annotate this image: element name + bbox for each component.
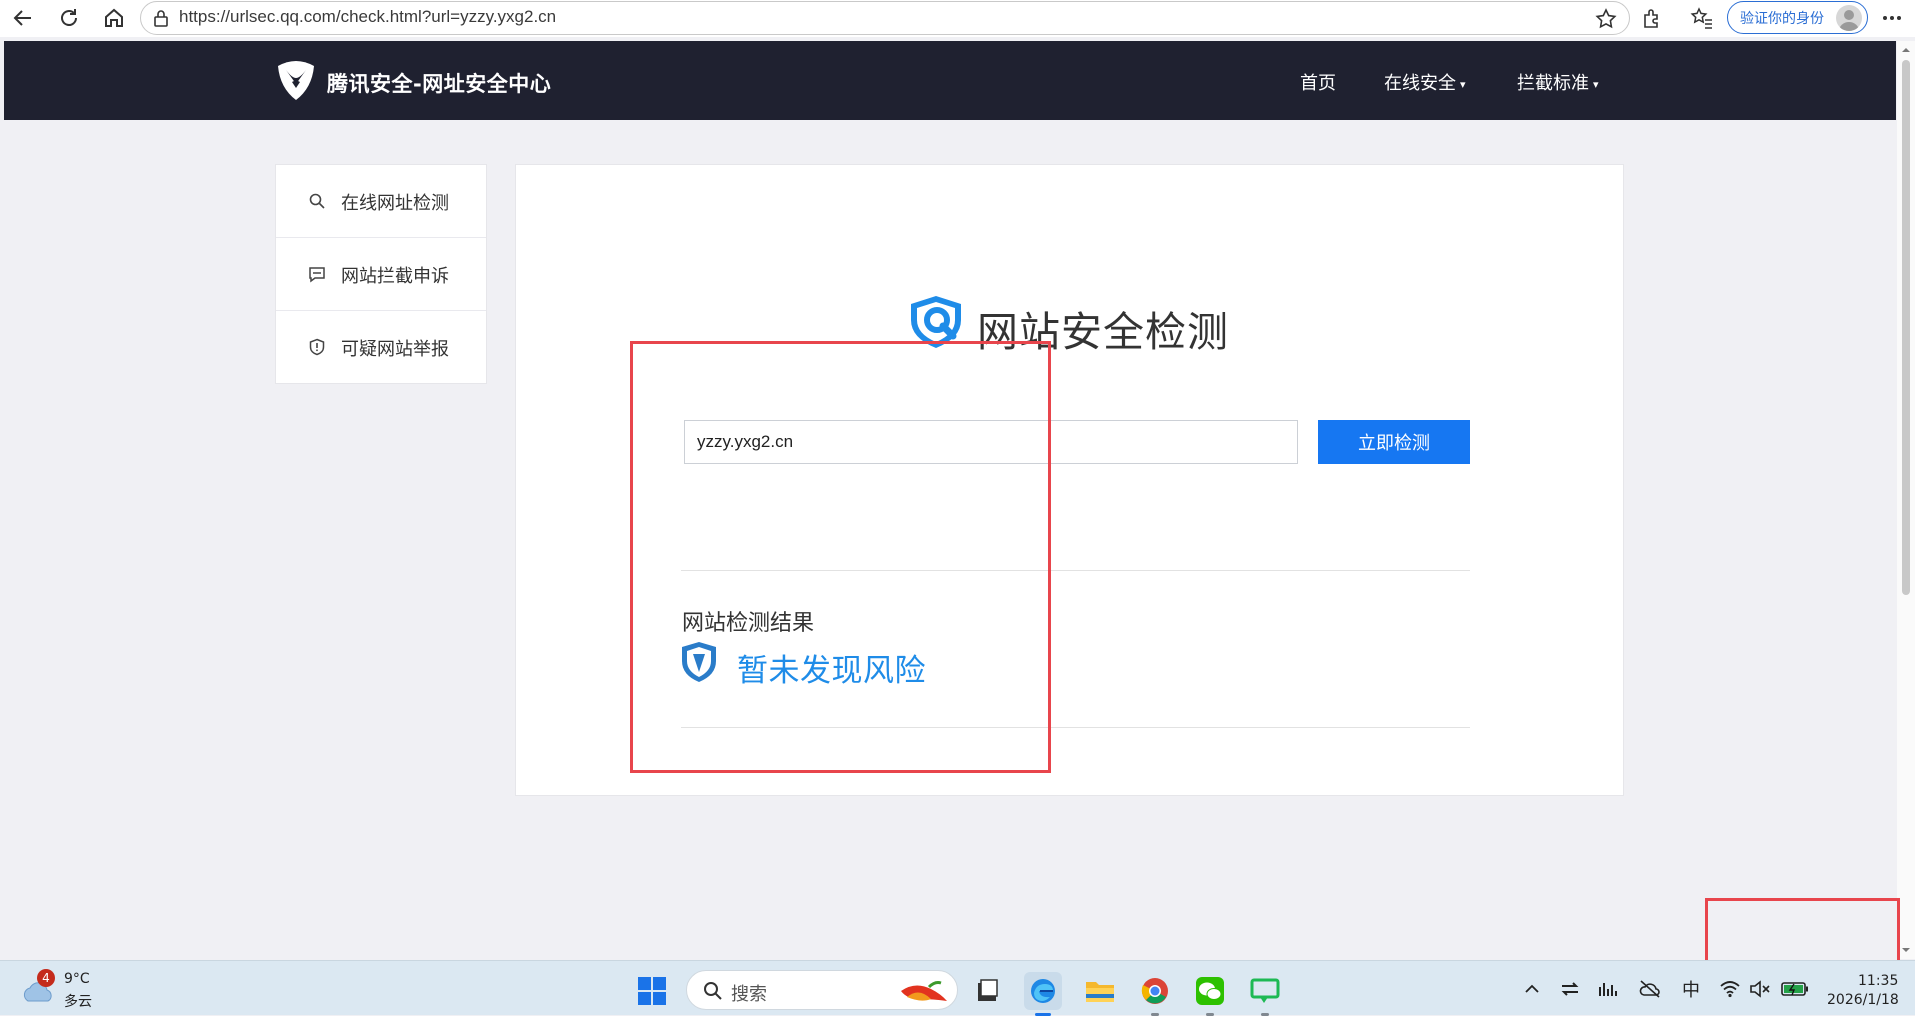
- tencent-security-logo-icon[interactable]: [274, 58, 318, 102]
- weather-temp[interactable]: 9°C: [64, 971, 90, 987]
- clock-time[interactable]: 11:35: [1858, 973, 1898, 989]
- nav-block-standards[interactable]: 拦截标准 ▾: [1517, 69, 1599, 95]
- nav-online-security-label: 在线安全: [1384, 73, 1456, 94]
- nav-home-label: 首页: [1300, 73, 1336, 94]
- file-viewer-icon[interactable]: [968, 972, 1006, 1010]
- ime-indicator[interactable]: 中: [1679, 977, 1703, 1001]
- chrome-icon[interactable]: [1136, 972, 1174, 1016]
- address-bar[interactable]: https://urlsec.qq.com/check.html?url=yzz…: [140, 1, 1630, 35]
- show-hidden-icons-chevron-icon[interactable]: [1520, 977, 1544, 1001]
- clock-date[interactable]: 2026/1/18: [1827, 992, 1899, 1008]
- chili-pepper-icon: [901, 981, 947, 1001]
- sidebar-item-url-check[interactable]: 在线网址检测: [276, 165, 486, 238]
- search-icon: [704, 982, 722, 1000]
- check-now-button[interactable]: 立即检测: [1318, 420, 1470, 464]
- wechat-icon[interactable]: [1191, 972, 1229, 1016]
- weather-desc[interactable]: 多云: [64, 991, 92, 1011]
- scroll-up-icon[interactable]: [1897, 43, 1915, 57]
- volume-muted-icon[interactable]: [1748, 977, 1772, 1001]
- sidebar-item-label: 可疑网站举报: [341, 339, 449, 360]
- sidebar-item-label: 在线网址检测: [341, 193, 449, 214]
- url-text: https://urlsec.qq.com/check.html?url=yzz…: [179, 7, 557, 26]
- nav-block-standards-label: 拦截标准: [1517, 73, 1589, 94]
- cloud-off-icon[interactable]: [1638, 977, 1662, 1001]
- shield-icon: [309, 338, 325, 356]
- sidebar-item-label: 网站拦截申诉: [341, 266, 449, 287]
- windows-start-icon[interactable]: [637, 976, 667, 1006]
- sidebar-item-appeal[interactable]: 网站拦截申诉: [276, 238, 486, 311]
- profile-button[interactable]: 验证你的身份: [1727, 1, 1868, 34]
- side-menu: 在线网址检测 网站拦截申诉 可疑网站举报: [275, 164, 487, 384]
- sidebar-item-report[interactable]: 可疑网站举报: [276, 311, 486, 384]
- sync-icon[interactable]: [1558, 977, 1582, 1001]
- chevron-down-icon: ▾: [1593, 77, 1599, 91]
- scrollbar-thumb[interactable]: [1902, 60, 1910, 595]
- back-icon[interactable]: [6, 3, 40, 33]
- favorite-star-icon[interactable]: [1595, 8, 1617, 34]
- taskbar-search-label: 搜索: [731, 984, 767, 1005]
- extensions-icon[interactable]: [1636, 3, 1668, 33]
- annotation-box-result: [630, 341, 1051, 773]
- performance-monitor-icon[interactable]: [1596, 977, 1620, 1001]
- chevron-down-icon: ▾: [1460, 77, 1466, 91]
- browser-toolbar: https://urlsec.qq.com/check.html?url=yzz…: [0, 0, 1915, 37]
- avatar: [1836, 5, 1862, 31]
- taskbar: 4 9°C 多云 搜索 中 11:35 2026/1/18: [0, 960, 1915, 1016]
- edge-icon[interactable]: [1024, 972, 1062, 1016]
- file-explorer-icon[interactable]: [1081, 972, 1119, 1010]
- lock-icon: [152, 9, 170, 31]
- nav-online-security[interactable]: 在线安全 ▾: [1384, 69, 1466, 95]
- weather-badge: 4: [37, 969, 55, 987]
- refresh-icon[interactable]: [52, 3, 86, 33]
- site-header: 腾讯安全-网址安全中心 首页 在线安全 ▾ 拦截标准 ▾: [4, 41, 1896, 120]
- messages-icon[interactable]: [1246, 972, 1284, 1016]
- wifi-icon[interactable]: [1718, 977, 1742, 1001]
- nav-home[interactable]: 首页: [1300, 69, 1336, 95]
- profile-label: 验证你的身份: [1740, 11, 1824, 27]
- brand-name[interactable]: 腾讯安全-网址安全中心: [327, 68, 551, 98]
- more-icon[interactable]: [1876, 3, 1908, 33]
- home-icon[interactable]: [97, 3, 131, 33]
- search-icon: [309, 193, 325, 209]
- message-icon: [309, 267, 325, 283]
- taskbar-search[interactable]: 搜索: [686, 970, 958, 1010]
- favorites-icon[interactable]: [1686, 3, 1718, 33]
- battery-charging-icon[interactable]: [1780, 977, 1810, 1001]
